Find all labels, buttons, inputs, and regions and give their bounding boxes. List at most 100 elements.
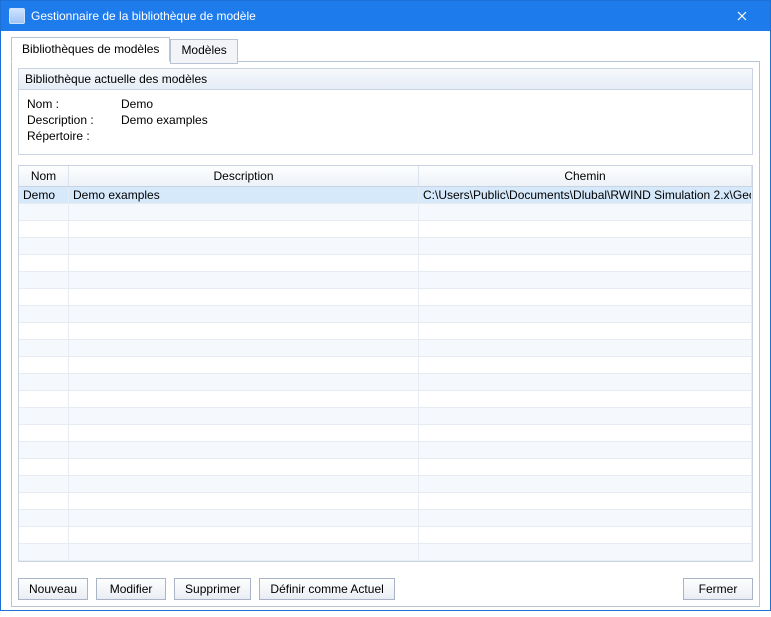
cell-description: Demo examples bbox=[69, 187, 419, 203]
cell-path bbox=[419, 391, 752, 407]
cell-path: C:\Users\Public\Documents\Dlubal\RWIND S… bbox=[419, 187, 752, 203]
table-row[interactable] bbox=[19, 425, 752, 442]
table-row[interactable] bbox=[19, 221, 752, 238]
table-row[interactable] bbox=[19, 255, 752, 272]
table-row[interactable] bbox=[19, 204, 752, 221]
table-row[interactable] bbox=[19, 544, 752, 561]
table-row[interactable] bbox=[19, 493, 752, 510]
col-header-path[interactable]: Chemin bbox=[419, 166, 752, 186]
spacer bbox=[403, 578, 675, 600]
grid-header: Nom Description Chemin bbox=[19, 166, 752, 187]
cell-path bbox=[419, 527, 752, 543]
button-bar: Nouveau Modifier Supprimer Définir comme… bbox=[18, 572, 753, 600]
value-name: Demo bbox=[121, 97, 744, 111]
grid-body: DemoDemo examplesC:\Users\Public\Documen… bbox=[19, 187, 752, 561]
table-row[interactable] bbox=[19, 459, 752, 476]
cell-name bbox=[19, 221, 69, 237]
cell-description bbox=[69, 255, 419, 271]
group-body: Nom : Demo Description : Demo examples R… bbox=[19, 90, 752, 154]
close-icon bbox=[737, 11, 747, 21]
table-row[interactable] bbox=[19, 306, 752, 323]
table-row[interactable] bbox=[19, 442, 752, 459]
cell-description bbox=[69, 510, 419, 526]
cell-description bbox=[69, 493, 419, 509]
label-directory: Répertoire : bbox=[27, 129, 117, 143]
cell-name bbox=[19, 493, 69, 509]
label-name: Nom : bbox=[27, 97, 117, 111]
client-area: Bibliothèques de modèles Modèles Bibliot… bbox=[1, 31, 770, 617]
delete-button[interactable]: Supprimer bbox=[174, 578, 251, 600]
modify-button[interactable]: Modifier bbox=[96, 578, 166, 600]
cell-path bbox=[419, 408, 752, 424]
col-header-description[interactable]: Description bbox=[69, 166, 419, 186]
close-dialog-button[interactable]: Fermer bbox=[683, 578, 753, 600]
tab-panel-libraries: Bibliothèque actuelle des modèles Nom : … bbox=[11, 61, 760, 607]
cell-path bbox=[419, 442, 752, 458]
cell-name bbox=[19, 544, 69, 560]
cell-path bbox=[419, 510, 752, 526]
cell-name bbox=[19, 527, 69, 543]
window-title: Gestionnaire de la bibliothèque de modèl… bbox=[31, 9, 722, 23]
cell-path bbox=[419, 221, 752, 237]
cell-path bbox=[419, 425, 752, 441]
cell-path bbox=[419, 340, 752, 356]
table-row[interactable]: DemoDemo examplesC:\Users\Public\Documen… bbox=[19, 187, 752, 204]
table-row[interactable] bbox=[19, 510, 752, 527]
cell-description bbox=[69, 459, 419, 475]
cell-description bbox=[69, 289, 419, 305]
cell-description bbox=[69, 527, 419, 543]
table-row[interactable] bbox=[19, 323, 752, 340]
cell-description bbox=[69, 221, 419, 237]
cell-path bbox=[419, 476, 752, 492]
new-button[interactable]: Nouveau bbox=[18, 578, 88, 600]
cell-name bbox=[19, 357, 69, 373]
set-current-button[interactable]: Définir comme Actuel bbox=[259, 578, 394, 600]
cell-path bbox=[419, 204, 752, 220]
table-row[interactable] bbox=[19, 357, 752, 374]
table-row[interactable] bbox=[19, 272, 752, 289]
cell-name bbox=[19, 442, 69, 458]
table-row[interactable] bbox=[19, 238, 752, 255]
cell-name bbox=[19, 323, 69, 339]
cell-description bbox=[69, 204, 419, 220]
cell-name bbox=[19, 476, 69, 492]
table-row[interactable] bbox=[19, 527, 752, 544]
libraries-grid: Nom Description Chemin DemoDemo examples… bbox=[18, 165, 753, 562]
cell-description bbox=[69, 442, 419, 458]
tab-libraries[interactable]: Bibliothèques de modèles bbox=[11, 37, 170, 62]
cell-path bbox=[419, 255, 752, 271]
group-title: Bibliothèque actuelle des modèles bbox=[19, 69, 752, 90]
row-description: Description : Demo examples bbox=[27, 112, 744, 128]
cell-path bbox=[419, 459, 752, 475]
table-row[interactable] bbox=[19, 408, 752, 425]
cell-name bbox=[19, 238, 69, 254]
cell-description bbox=[69, 272, 419, 288]
cell-path bbox=[419, 306, 752, 322]
cell-name bbox=[19, 340, 69, 356]
cell-name bbox=[19, 204, 69, 220]
cell-path bbox=[419, 238, 752, 254]
cell-name bbox=[19, 374, 69, 390]
cell-path bbox=[419, 544, 752, 560]
close-button[interactable] bbox=[722, 1, 762, 31]
dialog-window: Gestionnaire de la bibliothèque de modèl… bbox=[0, 0, 771, 611]
cell-description bbox=[69, 340, 419, 356]
tab-models[interactable]: Modèles bbox=[170, 39, 237, 64]
cell-description bbox=[69, 306, 419, 322]
cell-path bbox=[419, 357, 752, 373]
cell-description bbox=[69, 357, 419, 373]
tab-strip: Bibliothèques de modèles Modèles bbox=[11, 37, 760, 62]
table-row[interactable] bbox=[19, 476, 752, 493]
table-row[interactable] bbox=[19, 374, 752, 391]
table-row[interactable] bbox=[19, 340, 752, 357]
cell-description bbox=[69, 544, 419, 560]
cell-name bbox=[19, 459, 69, 475]
titlebar: Gestionnaire de la bibliothèque de modèl… bbox=[1, 1, 770, 31]
cell-name bbox=[19, 306, 69, 322]
cell-path bbox=[419, 323, 752, 339]
cell-description bbox=[69, 425, 419, 441]
table-row[interactable] bbox=[19, 391, 752, 408]
col-header-name[interactable]: Nom bbox=[19, 166, 69, 186]
table-row[interactable] bbox=[19, 289, 752, 306]
cell-name bbox=[19, 391, 69, 407]
